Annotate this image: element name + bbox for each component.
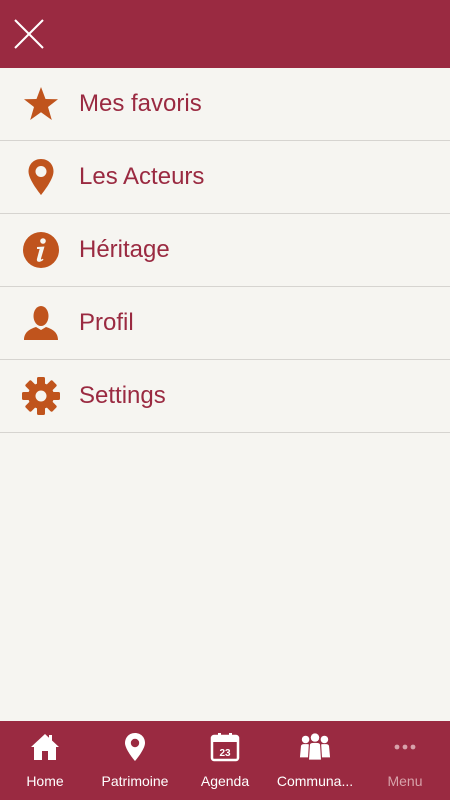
map-pin-icon: [22, 158, 60, 196]
home-icon: [29, 731, 61, 763]
nav-item-home[interactable]: Home: [0, 721, 90, 800]
close-icon: [14, 19, 44, 49]
nav-item-communaute[interactable]: Communa...: [270, 721, 360, 800]
bottom-nav: Home Patrimoine 23 Agenda Communa... Men…: [0, 721, 450, 800]
menu-item-acteurs[interactable]: Les Acteurs: [0, 141, 450, 214]
close-button[interactable]: [12, 17, 46, 51]
nav-item-menu[interactable]: Menu: [360, 721, 450, 800]
nav-item-agenda[interactable]: 23 Agenda: [180, 721, 270, 800]
menu-item-settings[interactable]: Settings: [0, 360, 450, 433]
menu-item-label: Mes favoris: [79, 90, 202, 117]
menu-item-favoris[interactable]: Mes favoris: [0, 68, 450, 141]
calendar-icon: 23: [209, 731, 241, 763]
nav-label: Home: [26, 773, 64, 789]
menu-item-label: Profil: [79, 309, 134, 336]
nav-label: Agenda: [200, 773, 250, 789]
menu-item-label: Settings: [79, 382, 166, 409]
user-icon: [22, 304, 60, 342]
star-icon: [22, 85, 60, 123]
nav-label: Patrimoine: [101, 773, 169, 789]
menu-item-profil[interactable]: Profil: [0, 287, 450, 360]
menu-item-label: Les Acteurs: [79, 163, 205, 190]
gear-icon: [22, 377, 60, 415]
top-bar: [0, 0, 450, 68]
nav-label: Communa...: [276, 773, 354, 789]
nav-label: Menu: [387, 773, 423, 789]
community-icon: [299, 731, 331, 763]
calendar-day: 23: [219, 748, 231, 759]
more-icon: [389, 731, 421, 763]
menu-item-label: Héritage: [79, 236, 170, 263]
map-pin-icon: [119, 731, 151, 763]
menu-item-heritage[interactable]: Héritage: [0, 214, 450, 287]
nav-item-patrimoine[interactable]: Patrimoine: [90, 721, 180, 800]
info-icon: [22, 231, 60, 269]
menu-list: Mes favoris Les Acteurs Héritage Profil …: [0, 68, 450, 433]
